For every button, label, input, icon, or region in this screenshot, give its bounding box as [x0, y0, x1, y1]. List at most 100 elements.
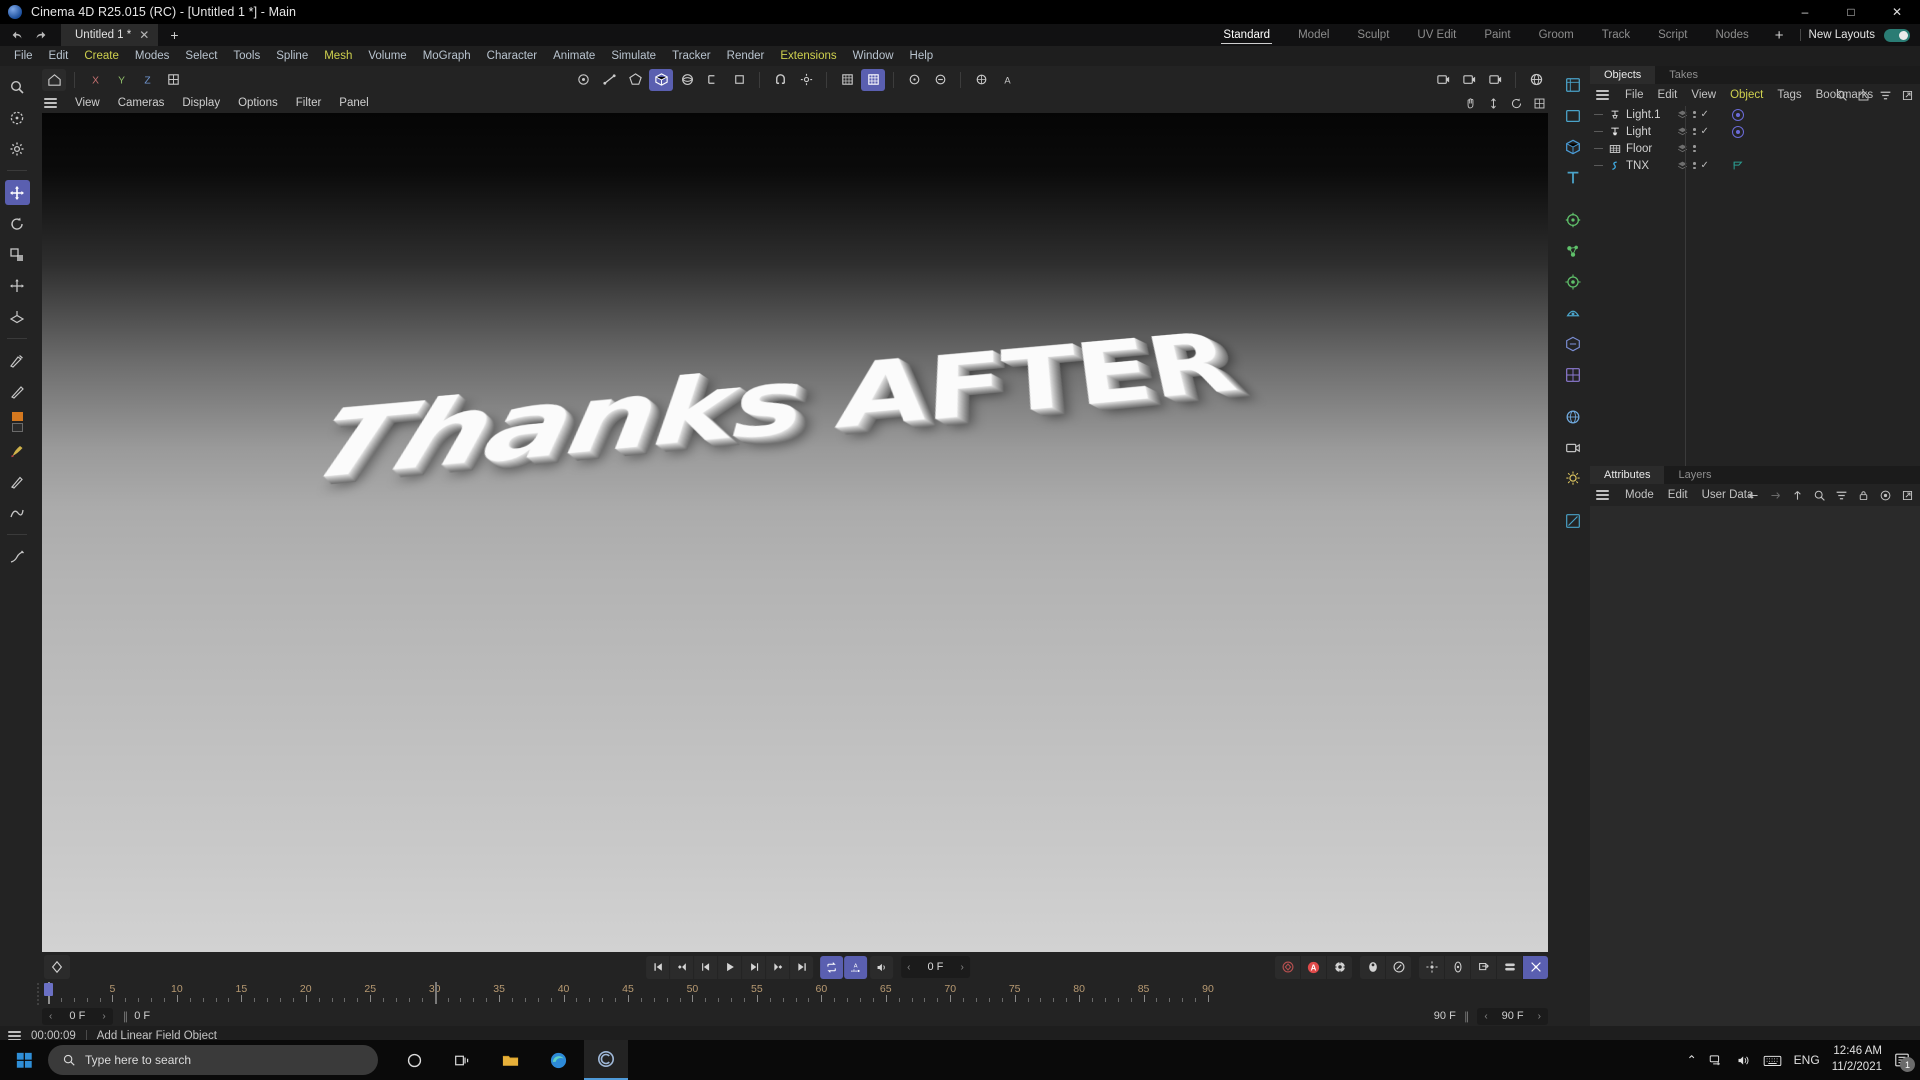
- add-layout-button[interactable]: +: [1763, 24, 1796, 46]
- tray-language[interactable]: ENG: [1794, 1053, 1820, 1067]
- tab-objects[interactable]: Objects: [1590, 66, 1656, 84]
- viewport-menu-filter[interactable]: Filter: [287, 97, 331, 109]
- flag-tag[interactable]: [1732, 160, 1744, 172]
- objects-menu-view[interactable]: View: [1684, 89, 1723, 101]
- object-row-tnx[interactable]: TNX ✓: [1590, 157, 1920, 174]
- autokeying-icon[interactable]: A: [1301, 955, 1326, 979]
- field-icon[interactable]: [1560, 362, 1586, 388]
- layer-icon[interactable]: [1677, 143, 1688, 154]
- texture-mode-icon[interactable]: [675, 69, 699, 91]
- enable-checkmark[interactable]: ✓: [1701, 109, 1709, 120]
- edge-mode-icon[interactable]: [597, 69, 621, 91]
- go-to-end-icon[interactable]: [790, 955, 814, 979]
- settings-gear-icon[interactable]: [5, 136, 30, 161]
- menu-help[interactable]: Help: [902, 50, 942, 62]
- scale-key-icon[interactable]: [1386, 955, 1411, 979]
- world-object-icon[interactable]: [161, 69, 185, 91]
- open-external-icon[interactable]: [1901, 89, 1914, 102]
- tray-chevron-icon[interactable]: ⌃: [1687, 1053, 1697, 1067]
- previous-frame-icon[interactable]: [694, 955, 718, 979]
- scale-tool-icon[interactable]: [5, 242, 30, 267]
- live-selection-icon[interactable]: [5, 105, 30, 130]
- menu-extensions[interactable]: Extensions: [772, 50, 844, 62]
- up-arrow-icon[interactable]: [1791, 489, 1804, 502]
- frame-next-arrow[interactable]: ›: [958, 962, 965, 973]
- tab-layers[interactable]: Layers: [1664, 466, 1725, 484]
- quantize-icon[interactable]: [902, 69, 926, 91]
- pan-hand-icon[interactable]: [1464, 97, 1477, 110]
- simulation-icon[interactable]: [1560, 300, 1586, 326]
- layer-icon[interactable]: [1677, 109, 1688, 120]
- home-axis-icon[interactable]: [42, 68, 66, 91]
- attributes-menu-edit[interactable]: Edit: [1661, 489, 1695, 501]
- enable-checkmark[interactable]: ✓: [1701, 160, 1709, 171]
- menu-window[interactable]: Window: [845, 50, 902, 62]
- point-level-animation-icon[interactable]: [1523, 955, 1548, 979]
- light-icon[interactable]: [1560, 466, 1586, 492]
- menu-edit[interactable]: Edit: [41, 50, 77, 62]
- previous-key-icon[interactable]: [670, 955, 694, 979]
- workplane-icon[interactable]: [5, 304, 30, 329]
- paint-brush-icon[interactable]: [5, 438, 30, 463]
- undo-icon[interactable]: [10, 28, 24, 42]
- sound-icon[interactable]: [870, 955, 894, 979]
- object-row-floor[interactable]: Floor: [1590, 140, 1920, 157]
- grid-snap-icon[interactable]: [861, 68, 885, 91]
- y-axis-icon[interactable]: Y: [109, 69, 133, 91]
- go-to-start-icon[interactable]: [646, 955, 670, 979]
- content-browser-icon[interactable]: [1524, 69, 1548, 91]
- new-document-button[interactable]: +: [158, 24, 190, 46]
- menu-mograph[interactable]: MoGraph: [415, 50, 479, 62]
- rotation-icon[interactable]: [1445, 955, 1470, 979]
- axis-move-icon[interactable]: [5, 273, 30, 298]
- deformer-icon[interactable]: [1560, 207, 1586, 233]
- open-external-icon[interactable]: [1901, 489, 1914, 502]
- layout-tab-standard[interactable]: Standard: [1209, 24, 1284, 46]
- effector-icon[interactable]: [1560, 269, 1586, 295]
- move-tool-icon[interactable]: [4, 180, 30, 205]
- hamburger-icon[interactable]: [1596, 490, 1609, 500]
- loop-playback-icon[interactable]: [820, 955, 844, 979]
- visibility-dots[interactable]: [1693, 162, 1696, 169]
- hamburger-icon[interactable]: [44, 98, 57, 108]
- viewport-menu-display[interactable]: Display: [173, 97, 229, 109]
- attributes-menu-mode[interactable]: Mode: [1618, 489, 1661, 501]
- light-tag[interactable]: [1731, 125, 1744, 138]
- edge-browser-icon[interactable]: [536, 1040, 580, 1080]
- rotate-tool-icon[interactable]: [5, 211, 30, 236]
- visibility-dots[interactable]: [1693, 128, 1696, 135]
- notification-center-icon[interactable]: 1: [1894, 1052, 1915, 1072]
- autokey-icon[interactable]: A: [844, 955, 868, 979]
- minimize-button[interactable]: –: [1782, 0, 1828, 24]
- current-frame-field[interactable]: ‹ 0 F ›: [901, 956, 970, 978]
- taskbar-clock[interactable]: 12:46 AM 11/2/2021: [1832, 1044, 1882, 1075]
- visibility-dots[interactable]: [1693, 111, 1696, 118]
- scale-param-icon[interactable]: [1471, 955, 1496, 979]
- menu-create[interactable]: Create: [76, 50, 127, 62]
- lock-icon[interactable]: [1857, 489, 1870, 502]
- range-end-prev-arrow[interactable]: ‹: [1482, 1011, 1489, 1022]
- menu-volume[interactable]: Volume: [360, 50, 414, 62]
- filter-icon[interactable]: [1835, 489, 1848, 502]
- search-icon[interactable]: [1813, 489, 1826, 502]
- enable-checkmark[interactable]: ✓: [1701, 126, 1709, 137]
- snap-magnet-icon[interactable]: [768, 69, 792, 91]
- position-key-icon[interactable]: [1360, 955, 1385, 979]
- objects-menu-tags[interactable]: Tags: [1770, 89, 1808, 101]
- light-tag[interactable]: [1731, 108, 1744, 121]
- knife-icon[interactable]: [5, 348, 30, 373]
- taskbar-search-box[interactable]: Type here to search: [48, 1045, 378, 1075]
- menu-simulate[interactable]: Simulate: [603, 50, 664, 62]
- sculpt-icon[interactable]: [5, 544, 30, 569]
- layer-icon[interactable]: [1677, 126, 1688, 137]
- maximize-button[interactable]: □: [1828, 0, 1874, 24]
- render-to-pv-icon[interactable]: [1457, 69, 1481, 91]
- record-icon[interactable]: [1879, 489, 1892, 502]
- menu-render[interactable]: Render: [719, 50, 773, 62]
- redo-icon[interactable]: [34, 28, 48, 42]
- menu-animate[interactable]: Animate: [545, 50, 603, 62]
- magnifier-icon[interactable]: [5, 74, 30, 99]
- hamburger-icon[interactable]: [1596, 90, 1609, 100]
- objects-menu-edit[interactable]: Edit: [1651, 89, 1685, 101]
- objects-menu-object[interactable]: Object: [1723, 89, 1770, 101]
